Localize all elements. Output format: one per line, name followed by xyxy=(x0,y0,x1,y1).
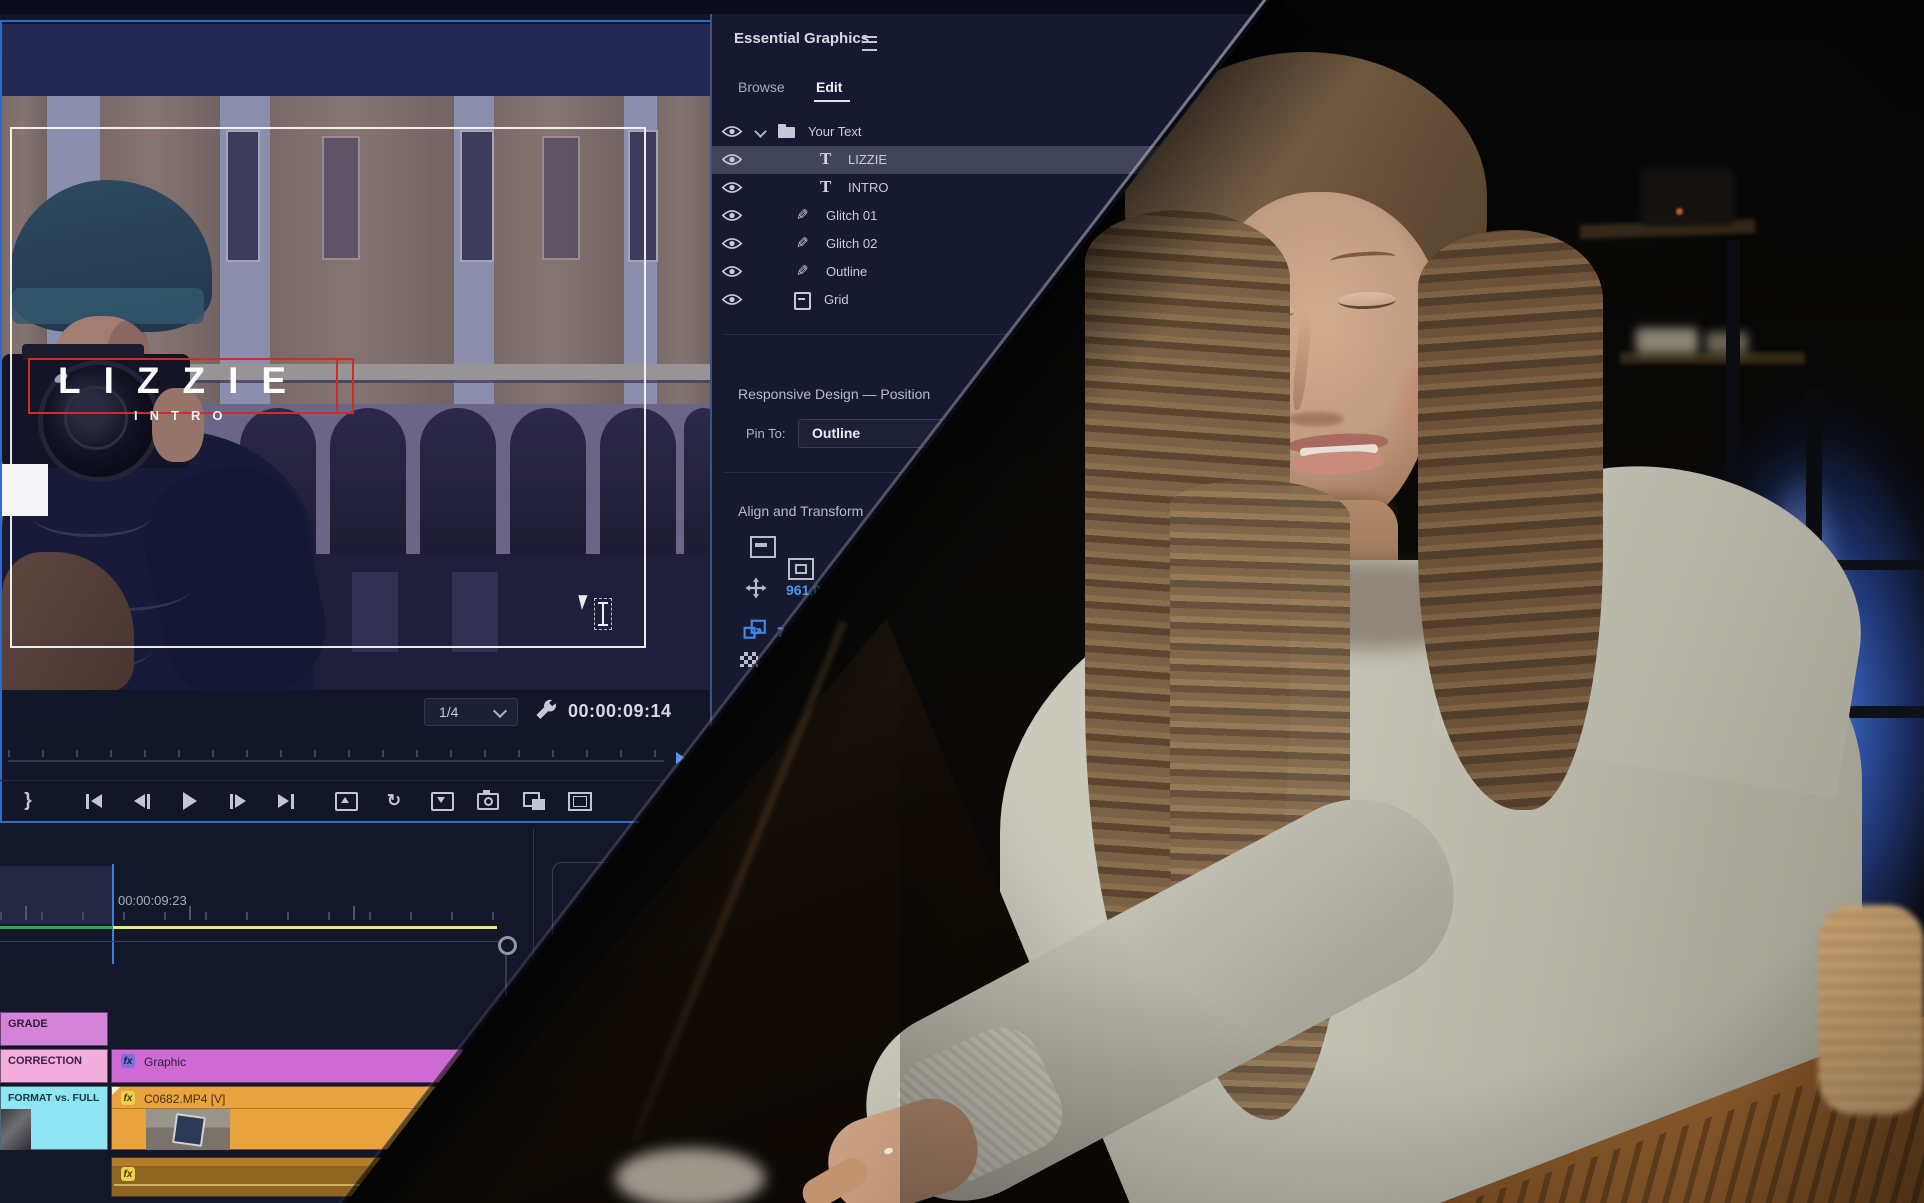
settings-wrench-icon[interactable] xyxy=(534,698,558,722)
add-marker-button[interactable]: } xyxy=(14,788,42,814)
monitor-zoom-select[interactable]: 1/4 xyxy=(424,698,518,726)
fx-badge[interactable]: fx xyxy=(121,1091,135,1105)
tab-edit[interactable]: Edit xyxy=(816,79,842,95)
monitor-zoom-value: 1/4 xyxy=(439,704,458,720)
layer-label[interactable]: Glitch 01 xyxy=(826,208,877,223)
position-move-icon xyxy=(745,577,767,599)
chevron-down-icon xyxy=(493,704,507,718)
pen-shape-icon: ✎ xyxy=(796,262,809,280)
layer-label[interactable]: Your Text xyxy=(808,124,862,139)
monitor-focus-border-left xyxy=(0,20,2,822)
timeline-ruler-major-ticks xyxy=(25,906,505,920)
text-cursor-icon xyxy=(580,592,614,632)
layer-label[interactable]: Grid xyxy=(824,292,849,307)
align-transform-heading: Align and Transform xyxy=(738,503,863,519)
go-to-out-button[interactable] xyxy=(272,788,300,814)
clip-format-vs-full[interactable]: FORMAT vs. FULL xyxy=(0,1086,108,1150)
pen-shape-icon: ✎ xyxy=(796,206,809,224)
active-tab-underline xyxy=(814,100,850,102)
visibility-eye-icon[interactable] xyxy=(722,153,742,166)
tab-browse[interactable]: Browse xyxy=(738,79,785,95)
clip-graphic[interactable]: fx Graphic xyxy=(111,1049,463,1083)
render-bar-rendered xyxy=(0,926,113,929)
program-timecode: 00:00:09:14 xyxy=(568,701,672,722)
audio-waveform xyxy=(114,1184,380,1186)
visibility-eye-icon[interactable] xyxy=(722,181,742,194)
pen-shape-icon: ✎ xyxy=(796,234,809,252)
play-button[interactable] xyxy=(176,788,204,814)
screenshot-root: LIZZIE INTRO 1/4 00:00:09:14 } ↻ Essenti… xyxy=(0,0,1924,1203)
timeline-timecode: 00:00:09:23 xyxy=(118,893,187,908)
text-selection-handle[interactable] xyxy=(336,360,338,412)
step-forward-button[interactable] xyxy=(224,788,252,814)
visibility-eye-icon[interactable] xyxy=(722,265,742,278)
panel-title: Essential Graphics xyxy=(734,30,869,47)
scrollbar-handle[interactable] xyxy=(498,936,517,955)
pin-to-label: Pin To: xyxy=(746,426,786,441)
visibility-eye-icon[interactable] xyxy=(722,125,742,138)
go-to-in-button[interactable] xyxy=(80,788,108,814)
desk-cup xyxy=(615,1148,765,1203)
clip-thumbnail xyxy=(146,1109,230,1150)
responsive-design-heading: Responsive Design — Position xyxy=(738,386,930,402)
safe-margins-button[interactable] xyxy=(566,788,594,814)
layer-label[interactable]: Glitch 02 xyxy=(826,236,877,251)
text-layer-icon: T xyxy=(820,177,831,197)
clip-audio[interactable]: fx xyxy=(111,1157,383,1197)
video-title-text[interactable]: LIZZIE xyxy=(58,360,309,402)
render-bar-unrendered xyxy=(113,926,497,929)
visibility-eye-icon[interactable] xyxy=(722,293,742,306)
monitor-scrub-bar[interactable] xyxy=(8,760,664,762)
monitor-focus-border xyxy=(0,20,712,22)
fx-badge[interactable]: fx xyxy=(121,1167,135,1181)
expand-chevron-icon[interactable] xyxy=(754,125,767,138)
clip-correction[interactable]: CORRECTION xyxy=(0,1049,108,1083)
align-horizontal-center-icon[interactable] xyxy=(788,558,814,580)
clip-graphic-icon xyxy=(794,292,811,310)
playhead[interactable] xyxy=(112,864,114,964)
visibility-eye-icon[interactable] xyxy=(722,237,742,250)
step-back-button[interactable] xyxy=(128,788,156,814)
panel-menu-icon[interactable] xyxy=(862,36,877,51)
text-layer-icon: T xyxy=(820,149,831,169)
clip-grade[interactable]: GRADE xyxy=(0,1012,108,1046)
video-subtitle-text[interactable]: INTRO xyxy=(134,408,234,423)
layer-label[interactable]: LIZZIE xyxy=(848,152,887,167)
fx-badge[interactable]: fx xyxy=(121,1054,135,1068)
extract-button[interactable] xyxy=(428,788,456,814)
pin-to-value: Outline xyxy=(812,425,860,441)
clip-thumbnail xyxy=(1,1109,31,1150)
align-vertical-center-icon[interactable] xyxy=(750,536,776,558)
layer-label[interactable]: INTRO xyxy=(848,180,888,195)
visibility-eye-icon[interactable] xyxy=(722,209,742,222)
round-trip-button[interactable]: ↻ xyxy=(380,788,408,814)
program-monitor-video[interactable]: LIZZIE INTRO xyxy=(2,24,710,690)
video-white-block-graphic xyxy=(2,464,48,516)
comparison-view-button[interactable] xyxy=(520,788,548,814)
folder-icon xyxy=(778,127,795,138)
layer-label[interactable]: Outline xyxy=(826,264,867,279)
clip-in-notch xyxy=(112,1087,120,1095)
timeline-scrollbar[interactable] xyxy=(0,941,505,942)
monitor-scrub-ticks xyxy=(8,750,668,757)
scale-icon xyxy=(743,619,767,640)
lift-button[interactable] xyxy=(332,788,360,814)
export-frame-button[interactable] xyxy=(474,788,502,814)
timeline-focus-border xyxy=(0,821,652,823)
